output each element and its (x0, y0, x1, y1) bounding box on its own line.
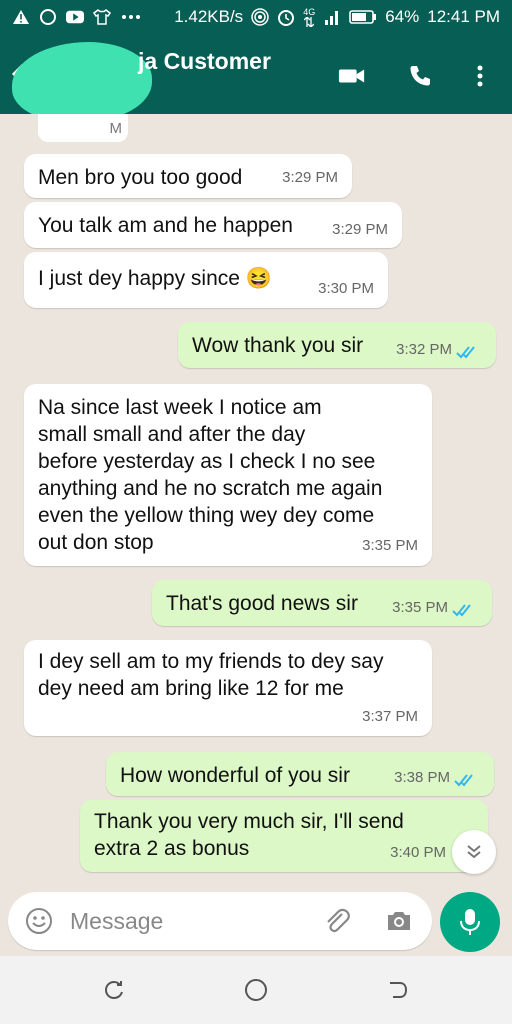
chat-header: ja Customer (0, 34, 512, 122)
status-bar: 1.42KB/s 4G 64% 12:41 PM (0, 0, 512, 34)
message-input[interactable]: Message (8, 892, 432, 950)
message-line: even the yellow thing wey dey come (38, 504, 375, 527)
partial-timestamp: M (109, 120, 123, 137)
alarm-icon (277, 8, 295, 26)
signal-icon (323, 8, 341, 26)
message-text: How wonderful of you sir (120, 764, 350, 787)
hotspot-icon (251, 8, 269, 26)
message-placeholder: Message (70, 908, 164, 934)
read-ticks-icon (454, 774, 473, 787)
partial-message-bubble: M (38, 114, 128, 142)
battery-icon (349, 8, 377, 26)
message-time: 3:38 PM (394, 769, 450, 786)
message-text: You talk am and he happen (38, 214, 293, 237)
message-time: 3:29 PM (332, 221, 388, 238)
outgoing-message[interactable]: Thank you very much sir, I'll send extra… (80, 800, 488, 872)
message-time: 3:40 PM (390, 844, 446, 861)
network-speed: 1.42KB/s (174, 7, 244, 26)
message-time: 3:37 PM (362, 708, 418, 725)
incoming-message[interactable]: Na since last week I notice am small sma… (24, 384, 432, 566)
outgoing-message[interactable]: Wow thank you sir 3:32 PM (178, 322, 496, 368)
message-line: Thank you very much sir, I'll send (94, 810, 404, 833)
message-text: I dey sell am to my friends to dey say d… (38, 648, 383, 702)
mic-icon (460, 909, 480, 935)
message-text: That's good news sir (166, 592, 358, 615)
mic-button[interactable] (440, 892, 500, 952)
youtube-icon (66, 8, 84, 26)
message-text: Na since last week I notice am small sma… (38, 394, 382, 556)
chat-notification-icon (39, 8, 57, 26)
message-line: small small and after the day (38, 423, 306, 446)
status-icons-left (0, 8, 142, 26)
contact-name[interactable]: ja Customer (138, 48, 271, 75)
video-call-icon[interactable] (338, 62, 366, 90)
message-time: 3:30 PM (318, 280, 374, 297)
system-nav-bar (0, 956, 512, 1024)
clock: 12:41 PM (427, 7, 500, 26)
message-line: anything and he no scratch me again (38, 477, 383, 500)
incoming-message[interactable]: I just dey happy since 😆 3:30 PM (24, 252, 388, 308)
message-line: extra 2 as bonus (94, 837, 250, 860)
more-notifications-icon (120, 8, 142, 26)
incoming-message[interactable]: You talk am and he happen 3:29 PM (24, 202, 402, 248)
message-text: Wow thank you sir (192, 334, 364, 357)
more-options-icon[interactable] (466, 62, 494, 90)
home-icon[interactable] (242, 976, 270, 1004)
message-line: I dey sell am to my friends to dey say (38, 650, 384, 673)
read-ticks-icon (452, 604, 471, 617)
incoming-message[interactable]: Men bro you too good 3:29 PM (24, 154, 352, 198)
emoji-icon[interactable] (24, 906, 54, 941)
message-text: Men bro you too good (38, 166, 243, 189)
chat-area[interactable]: M Men bro you too good 3:29 PM You talk … (0, 114, 512, 890)
message-text: I just dey happy since 😆 (38, 267, 272, 290)
message-line: Na since last week I notice am (38, 396, 322, 419)
outgoing-message[interactable]: How wonderful of you sir 3:38 PM (106, 752, 494, 796)
message-time: 3:35 PM (362, 537, 418, 554)
attachment-icon[interactable] (322, 906, 352, 941)
message-line: out don stop (38, 531, 154, 554)
phone-icon[interactable] (406, 62, 434, 90)
shirt-icon (93, 8, 111, 26)
data-arrows-icon (304, 16, 315, 27)
avatar[interactable] (12, 42, 152, 122)
camera-icon[interactable] (384, 906, 414, 941)
incoming-message[interactable]: I dey sell am to my friends to dey say d… (24, 640, 432, 736)
read-ticks-icon (456, 346, 475, 359)
status-icons-right: 1.42KB/s 4G 64% 12:41 PM (174, 7, 512, 27)
message-line: dey need am bring like 12 for me (38, 677, 344, 700)
message-time: 3:32 PM (396, 341, 452, 358)
double-chevron-down-icon (467, 845, 481, 859)
composer-bar: Message (0, 890, 512, 956)
outgoing-message[interactable]: That's good news sir 3:35 PM (152, 580, 492, 626)
scroll-to-bottom-button[interactable] (452, 830, 496, 874)
message-time: 3:29 PM (282, 169, 338, 186)
message-text: Thank you very much sir, I'll send extra… (94, 808, 404, 862)
recent-apps-icon[interactable] (100, 976, 128, 1004)
warning-icon (12, 8, 30, 26)
message-line: before yesterday as I check I no see (38, 450, 376, 473)
network-type: 4G (303, 6, 316, 27)
battery-percent: 64% (385, 7, 420, 26)
network-type-label: 4G (303, 6, 316, 17)
message-time: 3:35 PM (392, 599, 448, 616)
back-nav-icon[interactable] (384, 976, 412, 1004)
